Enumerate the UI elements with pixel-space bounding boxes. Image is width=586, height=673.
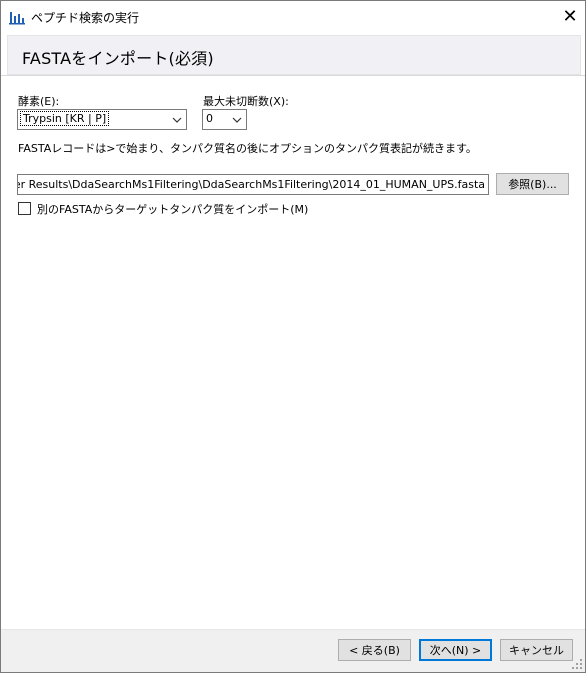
close-icon: ✕ — [562, 6, 578, 27]
enzyme-selected-value: Trypsin [KR | P] — [19, 111, 110, 126]
dialog-footer: < 戻る(B) 次へ(N) > キャンセル — [1, 629, 585, 672]
chevron-down-icon — [228, 110, 246, 129]
title-bar: ペプチド検索の実行 ✕ — [1, 1, 585, 32]
page-header: FASTAをインポート(必須) — [7, 35, 581, 75]
fasta-path-input[interactable]: /ineTester Results\DdaSearchMs1Filtering… — [17, 174, 489, 195]
close-button[interactable]: ✕ — [555, 1, 585, 32]
fasta-path-text: /ineTester Results\DdaSearchMs1Filtering… — [17, 178, 485, 191]
browse-button[interactable]: 参照(B)... — [496, 173, 569, 195]
chevron-down-icon — [168, 110, 186, 129]
cancel-button[interactable]: キャンセル — [500, 639, 573, 661]
enzyme-label: 酵素(E): — [18, 95, 60, 108]
back-button[interactable]: < 戻る(B) — [338, 639, 411, 661]
next-button[interactable]: 次へ(N) > — [419, 639, 492, 661]
missed-cleavages-dropdown[interactable]: 0 — [202, 109, 247, 130]
skyline-app-icon — [9, 9, 25, 25]
dialog-window: ペプチド検索の実行 ✕ FASTAをインポート(必須) 酵素(E): Tryps… — [0, 0, 586, 673]
resize-grip-icon[interactable] — [571, 658, 583, 670]
decoy-import-checkbox[interactable] — [18, 202, 31, 215]
page-title: FASTAをインポート(必須) — [22, 49, 214, 68]
header-divider — [1, 75, 585, 76]
missed-cleavages-selected-value: 0 — [206, 112, 213, 125]
enzyme-dropdown[interactable]: Trypsin [KR | P] — [17, 109, 187, 130]
missed-cleavages-label: 最大未切断数(X): — [203, 95, 289, 108]
decoy-import-label: 別のFASTAからターゲットタンパク質をインポート(M) — [37, 203, 309, 216]
window-title: ペプチド検索の実行 — [31, 11, 140, 25]
fasta-format-hint: FASTAレコードは>で始まり、タンパク質名の後にオプションのタンパク質表記が続… — [18, 142, 477, 155]
